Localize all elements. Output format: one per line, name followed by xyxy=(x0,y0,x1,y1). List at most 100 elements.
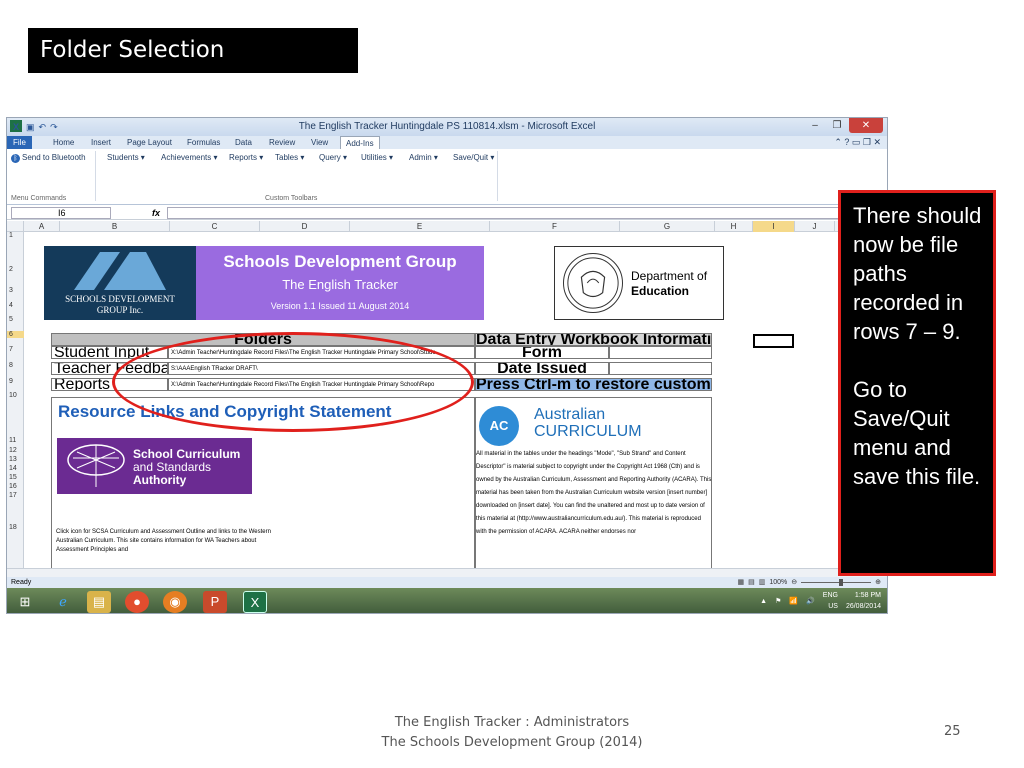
row-header[interactable]: 14 xyxy=(7,465,24,472)
tab-data[interactable]: Data xyxy=(235,136,252,149)
restore-button[interactable]: ❐ xyxy=(827,118,847,133)
row-headers: 1 2 3 4 5 6 7 8 9 10 11 12 13 14 15 16 1… xyxy=(7,232,24,568)
row-header[interactable]: 8 xyxy=(7,362,24,369)
row-header[interactable]: 12 xyxy=(7,447,24,454)
column-header-b[interactable]: B xyxy=(60,221,170,232)
column-header-e[interactable]: E xyxy=(350,221,490,232)
menu-reports[interactable]: Reports ▾ xyxy=(229,153,263,162)
wa-crest-icon xyxy=(563,253,623,313)
selected-cell-i6[interactable] xyxy=(753,334,794,348)
row-header[interactable]: 9 xyxy=(7,378,24,385)
language-indicator[interactable]: ENG US xyxy=(823,590,838,612)
row-header[interactable]: 16 xyxy=(7,483,24,490)
help-icon[interactable]: ⌃ ? ▭ ❐ ✕ xyxy=(834,136,881,149)
tab-home[interactable]: Home xyxy=(53,136,74,149)
scsa-logo-button[interactable]: School Curriculum and Standards Authorit… xyxy=(57,438,252,494)
tab-add-ins[interactable]: Add-Ins xyxy=(340,136,380,149)
group-separator xyxy=(95,151,96,201)
menu-students[interactable]: Students ▾ xyxy=(107,153,145,162)
tray-up-arrow-icon[interactable]: ▲ xyxy=(760,596,767,607)
row-header[interactable]: 2 xyxy=(7,266,24,273)
row-header[interactable]: 5 xyxy=(7,316,24,323)
menu-utilities[interactable]: Utilities ▾ xyxy=(361,153,393,162)
view-layout-icon[interactable]: ▤ xyxy=(748,577,755,588)
menu-achievements[interactable]: Achievements ▾ xyxy=(161,153,217,162)
tab-page-layout[interactable]: Page Layout xyxy=(127,136,172,149)
excel-taskbar-icon[interactable]: X xyxy=(243,591,267,613)
footer-line2: The Schools Development Group (2014) xyxy=(381,735,643,750)
row-header[interactable]: 4 xyxy=(7,302,24,309)
highlight-oval xyxy=(112,332,474,432)
column-header-h[interactable]: H xyxy=(715,221,753,232)
column-header-g[interactable]: G xyxy=(620,221,715,232)
tracker-banner: Schools Development Group The English Tr… xyxy=(196,246,484,320)
menu-tables[interactable]: Tables ▾ xyxy=(275,153,304,162)
row-header-selected[interactable]: 6 xyxy=(7,331,24,338)
banner-title: Schools Development Group xyxy=(223,252,457,271)
column-header-i[interactable]: I xyxy=(753,221,795,232)
file-explorer-icon[interactable]: ▤ xyxy=(87,591,111,613)
network-icon[interactable]: 📶 xyxy=(789,596,798,607)
close-button[interactable]: ✕ xyxy=(849,118,883,133)
slide-title: Folder Selection xyxy=(28,28,358,73)
menu-query[interactable]: Query ▾ xyxy=(319,153,347,162)
copyright-statement: All material in the tables under the hea… xyxy=(476,451,712,535)
view-normal-icon[interactable]: ▦ xyxy=(737,577,744,588)
column-header-a[interactable]: A xyxy=(24,221,60,232)
zoom-out-icon[interactable]: ⊖ xyxy=(791,577,797,588)
language-line2: US xyxy=(828,603,838,610)
row-header[interactable]: 11 xyxy=(7,437,24,444)
tab-view[interactable]: View xyxy=(311,136,328,149)
formula-bar: I6 fx xyxy=(7,206,887,220)
tab-file[interactable]: File xyxy=(7,136,32,149)
doe-logo: Department of Education xyxy=(554,246,724,320)
row-header[interactable]: 17 xyxy=(7,492,24,499)
column-header-d[interactable]: D xyxy=(260,221,350,232)
row-header[interactable]: 18 xyxy=(7,524,24,531)
send-bluetooth-label: Send to Bluetooth xyxy=(22,153,86,162)
column-header-c[interactable]: C xyxy=(170,221,260,232)
select-all-corner[interactable] xyxy=(7,221,24,232)
tab-review[interactable]: Review xyxy=(269,136,295,149)
menu-admin[interactable]: Admin ▾ xyxy=(409,153,438,162)
row-header[interactable]: 13 xyxy=(7,456,24,463)
ac-logo-icon[interactable]: AC xyxy=(479,406,519,446)
minimize-button[interactable]: – xyxy=(805,118,825,133)
row-header[interactable]: 3 xyxy=(7,287,24,294)
tab-insert[interactable]: Insert xyxy=(91,136,111,149)
fx-icon[interactable]: fx xyxy=(152,206,160,220)
date-issued-value[interactable] xyxy=(609,362,712,375)
data-entry-header: Data Entry Workbook Information xyxy=(475,333,712,346)
zoom-slider[interactable] xyxy=(801,579,872,586)
row-header[interactable]: 7 xyxy=(7,346,24,353)
clock[interactable]: 1:58 PM 26/08/2014 xyxy=(846,590,881,612)
menu-save-quit[interactable]: Save/Quit ▾ xyxy=(453,153,494,162)
horizontal-scrollbar[interactable] xyxy=(7,568,887,577)
view-page-break-icon[interactable]: ▥ xyxy=(759,577,766,588)
column-header-j[interactable]: J xyxy=(795,221,835,232)
sdg-name-line1: SCHOOLS DEVELOPMENT xyxy=(65,294,175,304)
send-bluetooth-button[interactable]: ᛒ Send to Bluetooth xyxy=(11,153,86,163)
row-header[interactable]: 1 xyxy=(7,232,24,239)
page-number: 25 xyxy=(944,724,961,739)
powerpoint-icon[interactable]: P xyxy=(203,591,227,613)
form-value[interactable] xyxy=(609,346,712,359)
row-header[interactable]: 10 xyxy=(7,392,24,399)
zoom-slider-thumb[interactable] xyxy=(839,579,844,586)
flag-icon[interactable]: ⚑ xyxy=(775,596,781,607)
zoom-in-icon[interactable]: ⊕ xyxy=(875,577,881,588)
ac-line2: CURRICULUM xyxy=(534,423,642,440)
tab-formulas[interactable]: Formulas xyxy=(187,136,220,149)
formula-input[interactable] xyxy=(167,207,883,219)
start-icon[interactable]: ⊞ xyxy=(13,591,37,613)
column-headers: A B C D E F G H I J xyxy=(7,221,887,232)
column-header-f[interactable]: F xyxy=(490,221,620,232)
instruction-callout: There should now be file paths recorded … xyxy=(838,190,996,576)
internet-explorer-icon[interactable]: ℯ xyxy=(51,591,75,613)
name-box[interactable]: I6 xyxy=(11,207,111,219)
chrome-icon[interactable]: ● xyxy=(125,591,149,613)
sdg-logo[interactable]: SCHOOLS DEVELOPMENT GROUP Inc. xyxy=(44,246,196,320)
volume-icon[interactable]: 🔊 xyxy=(806,596,815,607)
row-header[interactable]: 15 xyxy=(7,474,24,481)
firefox-icon[interactable]: ◉ xyxy=(163,591,187,613)
